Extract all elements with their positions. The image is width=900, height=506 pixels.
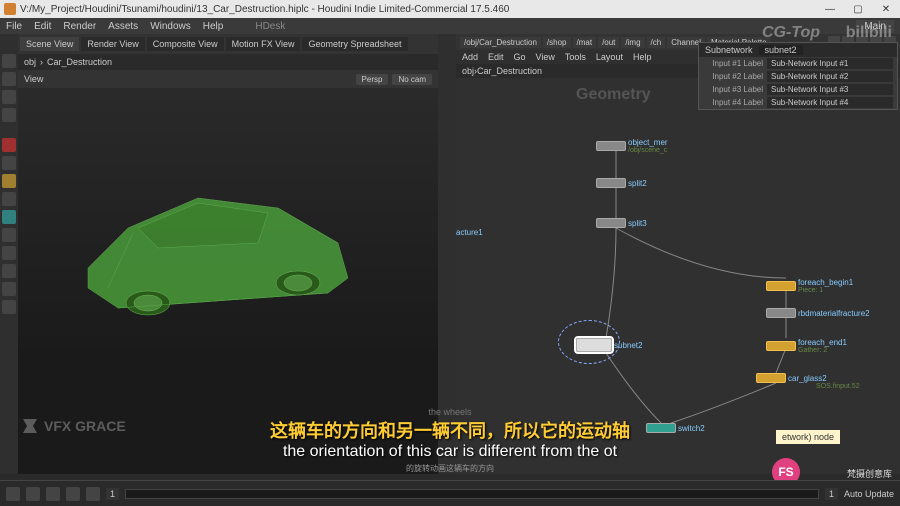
watermark-cgtop: CG-Top [762,24,820,42]
tool-move-icon[interactable] [2,72,16,86]
window-title: V:/My_Project/Houdini/Tsunami/houdini/13… [20,4,820,15]
tab-render-view[interactable]: Render View [81,37,144,51]
param-label-4: Input #4 Label [703,98,763,107]
timeline: 1 1 Auto Update [0,480,900,506]
tool-c-icon[interactable] [2,228,16,242]
chevron-right-icon: › [40,57,43,67]
nettab-car[interactable]: /obj/Car_Destruction [460,37,541,48]
param-name[interactable]: subnet2 [759,45,803,55]
node-sos-input[interactable]: SOS.finput.52 [816,383,860,390]
play-start-icon[interactable] [6,487,20,501]
persp-dropdown[interactable]: Persp [356,74,389,85]
tool-cyan-icon[interactable] [2,210,16,224]
netmenu-go[interactable]: Go [514,52,526,62]
nettab-ch[interactable]: /ch [647,37,666,48]
frame-current[interactable]: 1 [825,488,838,500]
node-switch2[interactable]: switch2 [646,423,705,433]
minimize-button[interactable]: — [820,4,840,15]
node-subnet2[interactable]: subnet2 [576,338,642,352]
tab-motionfx-view[interactable]: Motion FX View [226,37,301,51]
node-rbdmaterialfracture[interactable]: rbdmaterialfracture2 [766,308,870,318]
menu-file[interactable]: File [6,21,22,32]
netmenu-tools[interactable]: Tools [565,52,586,62]
param-value-1[interactable]: Sub-Network Input #1 [767,58,893,69]
tab-composite-view[interactable]: Composite View [147,37,224,51]
tab-geo-spreadsheet[interactable]: Geometry Spreadsheet [302,37,407,51]
view-label: View [24,74,43,84]
tool-a-icon[interactable] [2,156,16,170]
tool-d-icon[interactable] [2,246,16,260]
param-label-2: Input #2 Label [703,72,763,81]
path-node[interactable]: Car_Destruction [47,57,112,67]
watermark-fs-cn: 梵摄创意库 [847,467,892,480]
shelf-tools-left [0,34,18,474]
menu-render[interactable]: Render [63,21,96,32]
node-object-merge[interactable]: object_mer/obj/scene_c [596,138,668,154]
timeline-track[interactable] [125,489,819,499]
netpath-obj[interactable]: obj [462,66,474,76]
frame-start[interactable]: 1 [106,488,119,500]
nettab-img[interactable]: /img [621,37,644,48]
tool-scale-icon[interactable] [2,108,16,122]
node-car-glass[interactable]: car_glass2 [756,373,827,383]
node-split2[interactable]: split2 [596,178,647,188]
geometry-label: Geometry [576,86,651,104]
nettab-out[interactable]: /out [598,37,619,48]
close-button[interactable]: ✕ [876,4,896,15]
tool-b-icon[interactable] [2,192,16,206]
netpath-node[interactable]: Car_Destruction [477,66,542,76]
netmenu-edit[interactable]: Edit [488,52,504,62]
netmenu-help[interactable]: Help [633,52,652,62]
tool-f-icon[interactable] [2,282,16,296]
nettab-mat[interactable]: /mat [573,37,597,48]
car-geometry [58,148,378,348]
node-fracture1[interactable]: acture1 [456,228,483,237]
menu-windows[interactable]: Windows [150,21,191,32]
param-value-4[interactable]: Sub-Network Input #4 [767,97,893,108]
param-label-3: Input #3 Label [703,85,763,94]
tool-yellow-icon[interactable] [2,174,16,188]
netmenu-view[interactable]: View [536,52,555,62]
menu-help[interactable]: Help [203,21,224,32]
network-editor[interactable]: Geometry object_mer/obj/scene_c split2 [456,78,900,474]
watermark-bilibili: bilibili [846,24,892,42]
param-value-2[interactable]: Sub-Network Input #2 [767,71,893,82]
nettab-shop[interactable]: /shop [543,37,571,48]
tool-select-icon[interactable] [2,54,16,68]
tool-e-icon[interactable] [2,264,16,278]
camera-dropdown[interactable]: No cam [392,74,432,85]
path-obj[interactable]: obj [24,57,36,67]
menu-edit[interactable]: Edit [34,21,51,32]
tool-red-icon[interactable] [2,138,16,152]
param-label-1: Input #1 Label [703,59,763,68]
tab-scene-view[interactable]: Scene View [20,37,79,51]
auto-update-toggle[interactable]: Auto Update [844,489,894,499]
play-end-icon[interactable] [86,487,100,501]
param-value-3[interactable]: Sub-Network Input #3 [767,84,893,95]
tooltip: etwork) node [776,430,840,444]
netmenu-add[interactable]: Add [462,52,478,62]
netmenu-layout[interactable]: Layout [596,52,623,62]
play-next-icon[interactable] [66,487,80,501]
tool-rotate-icon[interactable] [2,90,16,104]
app-icon [4,3,16,15]
node-foreach-end[interactable]: foreach_end1Gather: 2 [766,338,847,354]
parameter-panel: Subnetwork subnet2 Input #1 Label Sub-Net… [698,42,898,110]
watermark-vfx: VFX GRACE [20,416,126,436]
node-foreach-begin[interactable]: foreach_begin1Piece: 1 [766,278,853,294]
viewport-right-tools [438,34,456,474]
play-icon[interactable] [46,487,60,501]
tool-g-icon[interactable] [2,300,16,314]
menu-assets[interactable]: Assets [108,21,138,32]
play-prev-icon[interactable] [26,487,40,501]
param-type: Subnetwork [705,45,753,55]
node-split3[interactable]: split3 [596,218,647,228]
maximize-button[interactable]: ▢ [848,4,868,15]
hdesk-label[interactable]: HDesk [255,21,285,32]
